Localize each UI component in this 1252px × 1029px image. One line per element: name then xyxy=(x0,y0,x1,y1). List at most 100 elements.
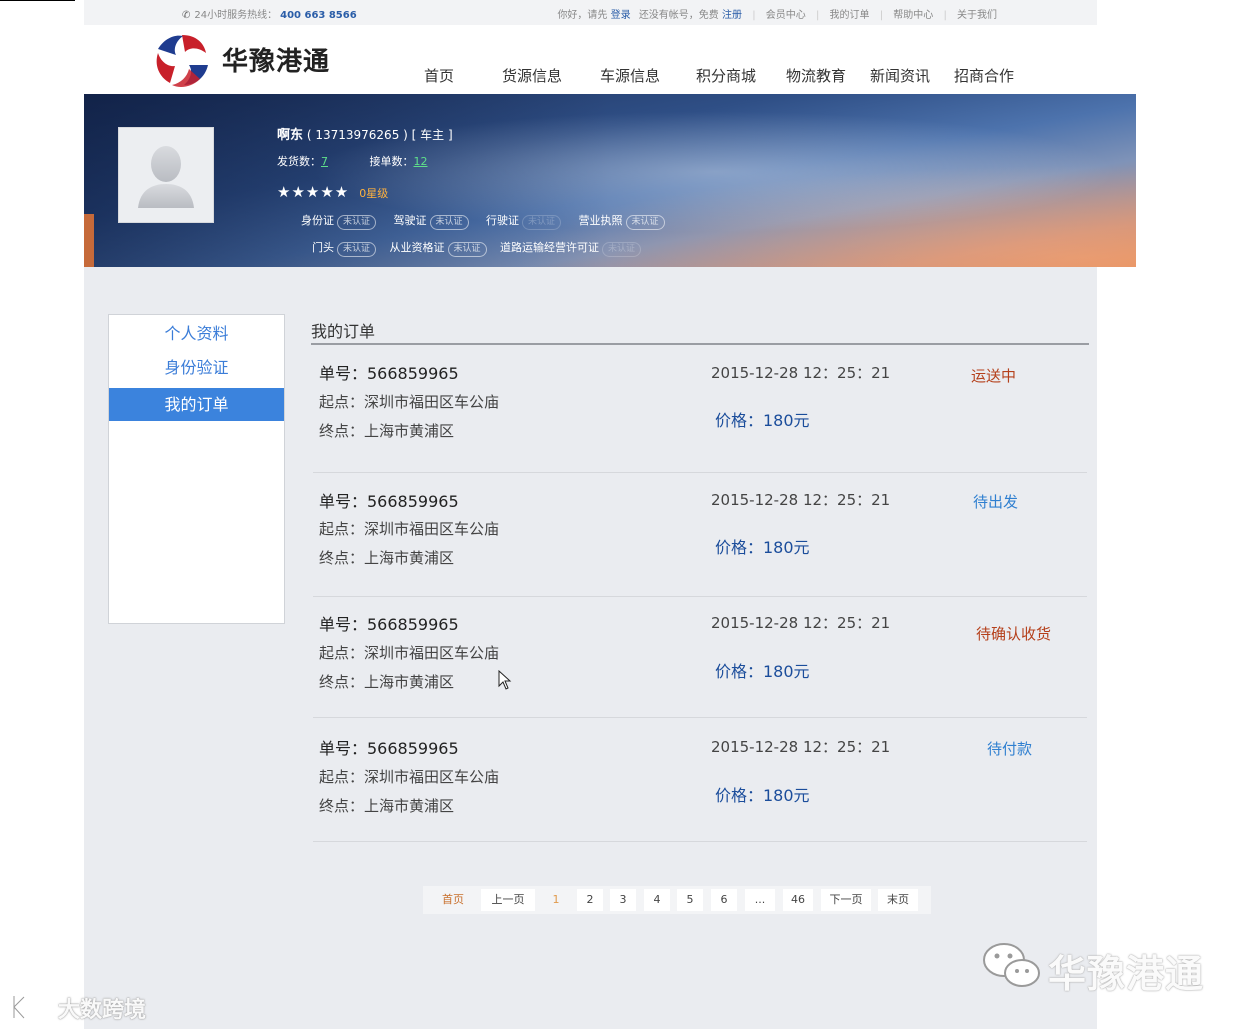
nav-home[interactable]: 首页 xyxy=(424,65,454,86)
page-number-button[interactable]: 46 xyxy=(783,889,813,911)
order-status[interactable]: 待确认收货 xyxy=(976,623,1051,644)
divider: | xyxy=(752,10,756,21)
order-price: 价格：180元 xyxy=(715,662,810,681)
sidebar-item-verification[interactable]: 身份验证 xyxy=(109,351,284,384)
order-price: 价格：180元 xyxy=(715,411,810,430)
page-number-button[interactable]: 6 xyxy=(711,889,737,911)
user-identity: 啊东 ( 13713976265 ) [ 车主 ] xyxy=(277,124,466,143)
member-center-link[interactable]: 会员中心 xyxy=(766,6,806,21)
cert-qualification: 从业资格证 未认证 xyxy=(390,239,487,257)
rating: ★★★★★ 0星级 xyxy=(277,183,466,201)
page-number-button[interactable]: 2 xyxy=(577,889,603,911)
cert-id-card: 身份证 未认证 xyxy=(301,212,377,230)
order-time: 2015-12-28 12：25：21 xyxy=(711,364,891,382)
watermark-text: 大数跨境 xyxy=(58,998,147,1023)
cert-status-badge: 未认证 xyxy=(337,242,377,257)
brand-mark-icon xyxy=(12,995,55,1020)
user-silhouette-icon xyxy=(138,146,194,208)
cert-status-badge: 未认证 xyxy=(429,215,469,230)
page-number-button[interactable]: 5 xyxy=(677,889,703,911)
shipments-label: 发货数： xyxy=(277,155,321,168)
order-status[interactable]: 待出发 xyxy=(973,491,1018,512)
page-ellipsis: ... xyxy=(745,889,775,911)
phone-icon: ✆ xyxy=(182,10,191,21)
cert-label: 行驶证 xyxy=(486,214,520,227)
sidebar-item-my-orders[interactable]: 我的订单 xyxy=(109,388,284,421)
about-us-link[interactable]: 关于我们 xyxy=(957,6,997,21)
page-last-button[interactable]: 末页 xyxy=(878,889,918,911)
login-link[interactable]: 登录 xyxy=(611,6,631,21)
orders-count[interactable]: 12 xyxy=(414,155,428,168)
nav-business-cooperation[interactable]: 招商合作 xyxy=(954,65,1014,86)
cert-status-badge: 未认证 xyxy=(625,215,665,230)
cert-driver-license: 驾驶证 未认证 xyxy=(394,212,469,230)
banner-edge xyxy=(84,214,94,267)
nav-points-mall[interactable]: 积分商城 xyxy=(696,65,756,86)
nav-logistics-education[interactable]: 物流教育 xyxy=(786,65,846,86)
corner-line xyxy=(0,0,75,1)
order-time: 2015-12-28 12：25：21 xyxy=(711,491,891,509)
sidebar-item-profile[interactable]: 个人资料 xyxy=(109,317,284,350)
order-origin: 起点：深圳市福田区车公庙 xyxy=(319,644,500,662)
order-origin: 起点：深圳市福田区车公庙 xyxy=(319,520,500,538)
cert-vehicle-license: 行驶证 未认证 xyxy=(486,212,562,230)
no-account-text: 还没有帐号，免费 xyxy=(638,10,719,21)
divider: | xyxy=(815,10,820,21)
order-item[interactable]: 单号：566859965 起点：深圳市福田区车公庙 终点：上海市黄浦区 2015… xyxy=(313,718,1087,842)
register-link[interactable]: 注册 xyxy=(722,6,742,21)
orders-label: 接单数： xyxy=(369,155,414,168)
star-rating-icon: ★★★★★ xyxy=(277,183,350,201)
order-item[interactable]: 单号：566859965 起点：深圳市福田区车公庙 终点：上海市黄浦区 2015… xyxy=(313,345,1087,473)
order-price: 价格：180元 xyxy=(715,786,810,805)
cert-row-2: 门头 未认证 从业资格证 未认证 道路运输经营许可证 未认证 xyxy=(312,239,655,257)
greeting-text: 你好，请先 xyxy=(557,10,608,21)
cert-transport-permit: 道路运输经营许可证 未认证 xyxy=(500,239,642,257)
cert-row-1: 身份证 未认证 驾驶证 未认证 行驶证 未认证 营业执照 未认证 xyxy=(301,212,679,230)
avatar[interactable] xyxy=(118,127,214,223)
user-phone: ( 13713976265 ) xyxy=(306,128,408,142)
page-number-button[interactable]: 4 xyxy=(644,889,670,911)
page-number-button[interactable]: 1 xyxy=(542,889,570,911)
wechat-icon xyxy=(983,943,1040,987)
cert-business-license: 营业执照 未认证 xyxy=(579,212,665,230)
cert-label: 从业资格证 xyxy=(389,241,445,254)
order-destination: 终点：上海市黄浦区 xyxy=(319,673,455,691)
page-first-button[interactable]: 首页 xyxy=(431,889,475,911)
site-logo[interactable]: 华豫港通 xyxy=(152,31,382,87)
order-destination: 终点：上海市黄浦区 xyxy=(319,549,455,567)
watermark-text: 华豫港通 xyxy=(1048,952,1205,996)
order-status[interactable]: 待付款 xyxy=(987,738,1032,759)
main-content: 个人资料 身份验证 我的订单 我的订单 单号：566859965 起点：深圳市福… xyxy=(84,267,1097,1029)
page-next-button[interactable]: 下一页 xyxy=(821,889,871,911)
header: 华豫港通 首页 货源信息 车源信息 积分商城 物流教育 新闻资讯 招商合作 xyxy=(84,25,1097,94)
nav-vehicle-info[interactable]: 车源信息 xyxy=(600,65,660,86)
cert-status-badge: 未认证 xyxy=(337,215,377,230)
order-time: 2015-12-28 12：25：21 xyxy=(711,738,891,756)
pagination: 首页 上一页 1 2 3 4 5 6 ... 46 下一页 末页 xyxy=(423,886,931,914)
divider: | xyxy=(879,10,884,21)
divider: | xyxy=(943,10,947,21)
page-number-button[interactable]: 3 xyxy=(610,889,636,911)
my-orders-link[interactable]: 我的订单 xyxy=(830,6,870,21)
order-item[interactable]: 单号：566859965 起点：深圳市福田区车公庙 终点：上海市黄浦区 2015… xyxy=(313,597,1087,718)
page: ✆ 24小时服务热线： 400 663 8566 你好，请先 登录 还没有帐号，免费… xyxy=(0,0,1252,1029)
shipments-count[interactable]: 7 xyxy=(321,155,328,168)
order-status[interactable]: 运送中 xyxy=(971,365,1016,386)
hotline: ✆ 24小时服务热线： 400 663 8566 xyxy=(182,6,357,21)
star-level: 0星级 xyxy=(359,187,389,200)
user-name: 啊东 xyxy=(277,128,304,143)
page-prev-button[interactable]: 上一页 xyxy=(481,889,535,911)
user-info: 啊东 ( 13713976265 ) [ 车主 ] 发货数：7 接单数：12 ★… xyxy=(277,124,466,201)
cert-label: 门头 xyxy=(312,241,334,254)
logo-icon xyxy=(156,35,208,87)
order-item[interactable]: 单号：566859965 起点：深圳市福田区车公庙 终点：上海市黄浦区 2015… xyxy=(313,473,1087,597)
help-center-link[interactable]: 帮助中心 xyxy=(893,6,933,21)
logo-text: 华豫港通 xyxy=(222,47,331,77)
order-number: 单号：566859965 xyxy=(319,492,459,511)
order-number: 单号：566859965 xyxy=(319,739,459,758)
orders-title: 我的订单 xyxy=(311,322,376,341)
hotline-label: 24小时服务热线： xyxy=(194,10,278,21)
nav-news[interactable]: 新闻资讯 xyxy=(870,65,930,86)
nav-cargo-info[interactable]: 货源信息 xyxy=(502,65,562,86)
order-destination: 终点：上海市黄浦区 xyxy=(319,797,455,815)
